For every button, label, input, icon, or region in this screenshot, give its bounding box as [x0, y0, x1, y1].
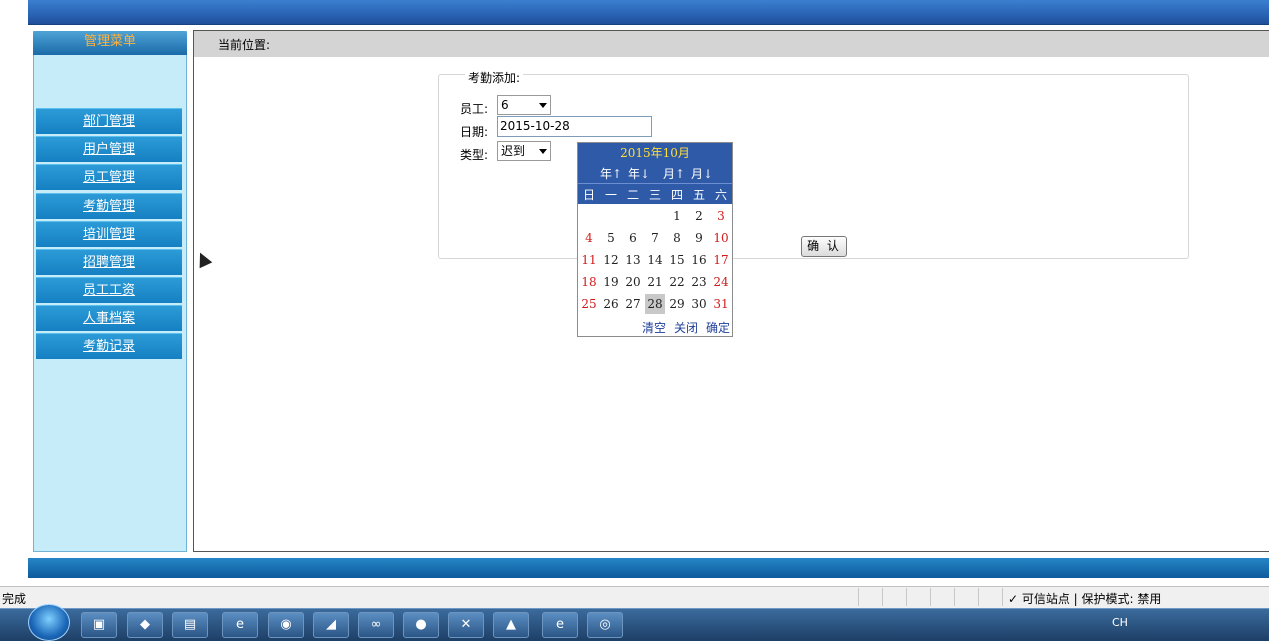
weekday-sat: 六 [714, 188, 727, 202]
location-label: 当前位置: [218, 38, 271, 52]
taskbar-app-icon[interactable]: ● [403, 612, 439, 638]
calendar-day[interactable]: 19 [601, 272, 621, 292]
sidebar-item-department[interactable]: 部门管理 [36, 108, 182, 134]
taskbar-app-icon[interactable]: ▤ [172, 612, 208, 638]
year-down-button[interactable]: 年↓ [628, 165, 650, 182]
date-input[interactable]: 2015-10-28 [497, 116, 652, 137]
sidebar-item-employees[interactable]: 员工管理 [36, 164, 182, 190]
calendar-day[interactable]: 31 [711, 294, 731, 314]
sidebar-item-users[interactable]: 用户管理 [36, 136, 182, 162]
weekday-thu: 四 [670, 188, 683, 202]
calendar-day[interactable]: 26 [601, 294, 621, 314]
sidebar-item-training[interactable]: 培训管理 [36, 221, 182, 247]
calendar-day[interactable]: 24 [711, 272, 731, 292]
calendar-day[interactable]: 23 [689, 272, 709, 292]
weekday-sun: 日 [582, 188, 595, 202]
calendar-day[interactable]: 7 [645, 228, 665, 248]
calendar-day[interactable]: 11 [579, 250, 599, 270]
calendar-ok-button[interactable]: 确定 [706, 319, 730, 336]
calendar-day[interactable]: 17 [711, 250, 731, 270]
employee-select-value: 6 [501, 98, 509, 112]
status-separator [882, 588, 883, 606]
status-separator [954, 588, 955, 606]
calendar-day[interactable]: 9 [689, 228, 709, 248]
location-bar [194, 31, 1269, 57]
left-margin [0, 0, 28, 584]
calendar-day[interactable]: 27 [623, 294, 643, 314]
calendar-day[interactable]: 14 [645, 250, 665, 270]
type-select[interactable]: 迟到 [497, 141, 551, 161]
weekday-tue: 二 [626, 188, 639, 202]
sidebar-item-hr-archive[interactable]: 人事档案 [36, 305, 182, 331]
calendar-day[interactable]: 13 [623, 250, 643, 270]
sidebar-item-recruitment[interactable]: 招聘管理 [36, 249, 182, 275]
calendar-close-button[interactable]: 关闭 [674, 319, 698, 336]
taskbar-app-icon[interactable]: ▣ [81, 612, 117, 638]
calendar-nav: 年↑ 年↓ 月↑ 月↓ [578, 163, 732, 183]
confirm-button[interactable]: 确 认 [801, 236, 847, 257]
calendar-weekday-header: 日 一 二 三 四 五 六 [578, 183, 732, 204]
calendar-day[interactable]: 1 [667, 206, 687, 226]
form-legend: 考勤添加: [465, 69, 524, 86]
employee-select[interactable]: 6 [497, 95, 551, 115]
start-button[interactable] [28, 604, 70, 641]
taskbar-app-icon[interactable]: ∞ [358, 612, 394, 638]
calendar-day[interactable]: 10 [711, 228, 731, 248]
taskbar-app-icon[interactable]: ✕ [448, 612, 484, 638]
status-text: 完成 [2, 592, 27, 606]
status-separator [930, 588, 931, 606]
calendar-day[interactable]: 28 [645, 294, 665, 314]
type-label: 类型: [460, 148, 489, 162]
status-separator [906, 588, 907, 606]
taskbar-ie-active-icon[interactable]: e [542, 612, 578, 638]
calendar-day[interactable]: 16 [689, 250, 709, 270]
date-picker-popup: 2015年10月 年↑ 年↓ 月↑ 月↓ 日 一 二 三 四 五 六 12345… [577, 142, 733, 337]
status-separator [858, 588, 859, 606]
calendar-day[interactable]: 20 [623, 272, 643, 292]
top-banner [28, 0, 1269, 25]
calendar-day[interactable]: 25 [579, 294, 599, 314]
month-down-button[interactable]: 月↓ [691, 165, 713, 182]
calendar-day[interactable]: 12 [601, 250, 621, 270]
chevron-down-icon [539, 149, 547, 154]
calendar-day[interactable]: 29 [667, 294, 687, 314]
calendar-day[interactable]: 15 [667, 250, 687, 270]
taskbar-app-icon[interactable]: ◎ [587, 612, 623, 638]
calendar-day[interactable]: 30 [689, 294, 709, 314]
taskbar-app-icon[interactable]: ▲ [493, 612, 529, 638]
calendar-day[interactable]: 4 [579, 228, 599, 248]
sidebar-item-attendance[interactable]: 考勤管理 [36, 193, 182, 219]
calendar-day[interactable]: 3 [711, 206, 731, 226]
calendar-day[interactable]: 18 [579, 272, 599, 292]
input-language-indicator[interactable]: CH [1112, 616, 1128, 629]
employee-label: 员工: [460, 102, 489, 116]
weekday-fri: 五 [692, 188, 705, 202]
weekday-mon: 一 [604, 188, 617, 202]
security-zone-status[interactable]: ✓ 可信站点 | 保护模式: 禁用 [1008, 590, 1161, 607]
type-select-value: 迟到 [501, 144, 526, 158]
taskbar-app-icon[interactable]: ◉ [268, 612, 304, 638]
date-label: 日期: [460, 125, 489, 139]
bottom-banner [28, 558, 1269, 578]
calendar-clear-button[interactable]: 清空 [642, 319, 666, 336]
taskbar-app-icon[interactable]: ◆ [127, 612, 163, 638]
month-up-button[interactable]: 月↑ [663, 165, 685, 182]
status-separator [978, 588, 979, 606]
sidebar-title: 管理菜单 [33, 31, 187, 55]
taskbar-app-icon[interactable]: ◢ [313, 612, 349, 638]
taskbar-ie-icon[interactable]: e [222, 612, 258, 638]
year-up-button[interactable]: 年↑ [600, 165, 622, 182]
calendar-day[interactable]: 6 [623, 228, 643, 248]
calendar-month-title: 2015年10月 [578, 143, 732, 163]
calendar-day[interactable]: 5 [601, 228, 621, 248]
status-separator [1002, 588, 1003, 606]
sidebar-item-attendance-records[interactable]: 考勤记录 [36, 333, 182, 359]
weekday-wed: 三 [648, 188, 661, 202]
calendar-day[interactable]: 21 [645, 272, 665, 292]
calendar-day[interactable]: 8 [667, 228, 687, 248]
sidebar-item-salary[interactable]: 员工工资 [36, 277, 182, 303]
calendar-day[interactable]: 2 [689, 206, 709, 226]
chevron-down-icon [539, 103, 547, 108]
calendar-day[interactable]: 22 [667, 272, 687, 292]
